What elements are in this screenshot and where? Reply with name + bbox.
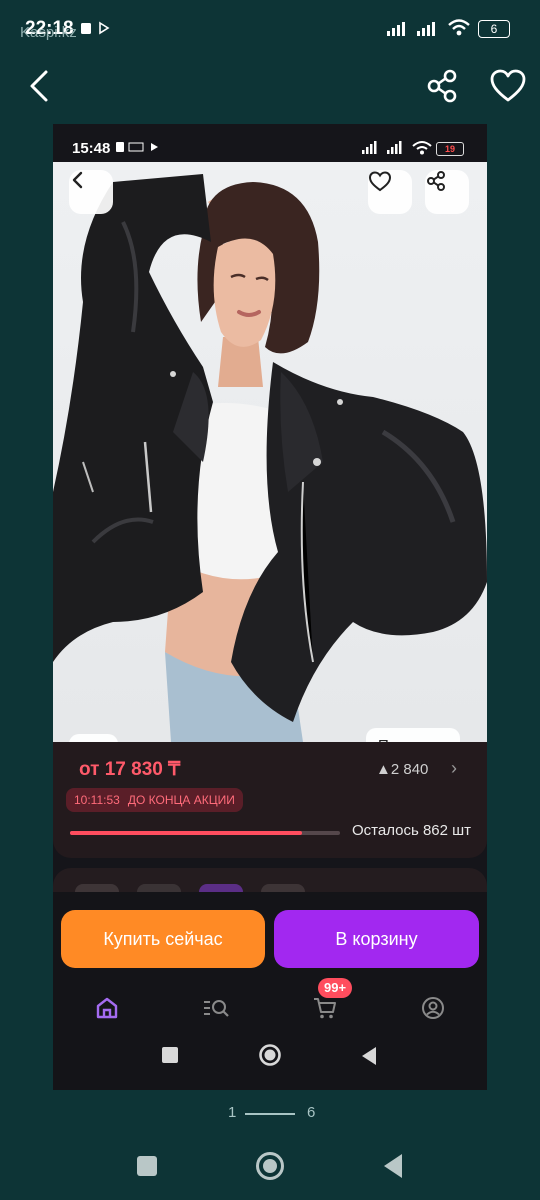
battery-icon: 6: [478, 20, 510, 38]
phone-wifi-icon: [412, 141, 432, 155]
phone-status-time: 15:48: [72, 140, 111, 157]
promo-timer-badge: 10:11:53 ДО КОНЦА АКЦИИ: [66, 788, 243, 812]
recents-icon[interactable]: [136, 1155, 158, 1177]
promo-label: ДО КОНЦА АКЦИИ: [127, 793, 235, 807]
pager-current: 1: [228, 1104, 237, 1121]
price-panel: от 17 830 ₸ ▲2 840 › 10:11:53 ДО КОНЦА А…: [53, 742, 487, 858]
back-icon[interactable]: [24, 64, 64, 108]
outer-status-bar: 22:18 Kaspi.kz 6: [0, 0, 540, 60]
home-circle-icon[interactable]: [255, 1151, 285, 1181]
heart-icon: [368, 171, 392, 192]
back-triangle-icon[interactable]: [360, 1046, 378, 1066]
model-in-leather-jacket-image: [53, 174, 487, 742]
price: от 17 830 ₸: [79, 759, 181, 780]
pager-divider: [245, 1113, 295, 1115]
favorite-button[interactable]: [368, 170, 412, 214]
stock-progress-bar: [70, 831, 340, 835]
remaining-stock: Осталось 862 шт: [352, 822, 472, 839]
back-triangle-icon[interactable]: [382, 1153, 404, 1179]
sold-chevron-icon[interactable]: ›: [451, 758, 457, 779]
signal-icon: [387, 22, 435, 36]
home-circle-icon[interactable]: [258, 1043, 282, 1067]
share-icon[interactable]: [420, 64, 464, 108]
back-icon: [72, 171, 83, 189]
cart-badge: 99+: [318, 978, 353, 998]
profile-icon: [422, 997, 444, 1019]
phone-battery: 19: [436, 142, 464, 156]
promo-timer: 10:11:53: [74, 793, 120, 807]
buy-now-button[interactable]: Купить сейчас: [61, 910, 265, 968]
phone-signal-icon: [362, 141, 402, 154]
catalog-search-icon: [204, 1000, 229, 1017]
nav-profile[interactable]: [413, 990, 453, 1026]
photo-back-button[interactable]: [69, 170, 113, 214]
stock-progress-fill: [70, 831, 303, 835]
wifi-icon: [448, 19, 470, 36]
sold-count[interactable]: ▲2 840: [376, 761, 428, 778]
heart-icon[interactable]: [486, 64, 530, 108]
cart-icon: [314, 998, 336, 1019]
pager-total: 6: [307, 1104, 316, 1121]
watermark: Kaspi.kz: [20, 24, 77, 41]
recents-icon[interactable]: [161, 1046, 179, 1064]
bottom-action-area: Купить сейчас В корзину 99+: [53, 892, 487, 1090]
product-screenshot: 15:48 19 от 17 830 ₸ ▲2 840 › 10:11:53 Д…: [53, 124, 487, 1090]
phone-status-bar: 15:48 19: [53, 124, 487, 162]
phone-notification-icons: [116, 142, 158, 152]
notification-icons: [81, 21, 110, 35]
product-photo[interactable]: 9 / 9 Похожие ›: [53, 162, 487, 742]
share-icon: [427, 171, 445, 191]
add-to-cart-button[interactable]: В корзину: [274, 910, 479, 968]
image-counter: 9 / 9: [69, 734, 118, 742]
photo-share-button[interactable]: [425, 170, 469, 214]
nav-catalog[interactable]: [196, 990, 236, 1026]
similar-button[interactable]: Похожие ›: [366, 728, 461, 742]
home-icon: [96, 997, 118, 1019]
nav-home[interactable]: [87, 990, 127, 1026]
